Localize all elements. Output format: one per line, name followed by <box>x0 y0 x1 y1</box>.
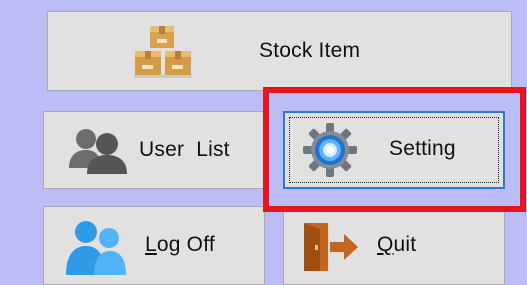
menu-panel: Stock Item User List Setting Log Off Qui… <box>0 0 527 285</box>
users-icon <box>69 129 127 174</box>
exit-door-icon <box>304 223 358 271</box>
people-logoff-icon <box>66 221 126 275</box>
user-list-button[interactable]: User List <box>43 111 265 189</box>
user-list-label: User List <box>139 138 230 161</box>
highlight-annotation-box <box>263 87 526 212</box>
log-off-label: Log Off <box>145 233 215 256</box>
quit-label: Quit <box>377 233 417 256</box>
stock-item-button[interactable]: Stock Item <box>47 11 512 91</box>
boxes-icon <box>134 26 192 78</box>
log-off-button[interactable]: Log Off <box>43 206 265 285</box>
stock-item-label: Stock Item <box>259 39 361 62</box>
quit-button[interactable]: Quit <box>283 206 505 285</box>
